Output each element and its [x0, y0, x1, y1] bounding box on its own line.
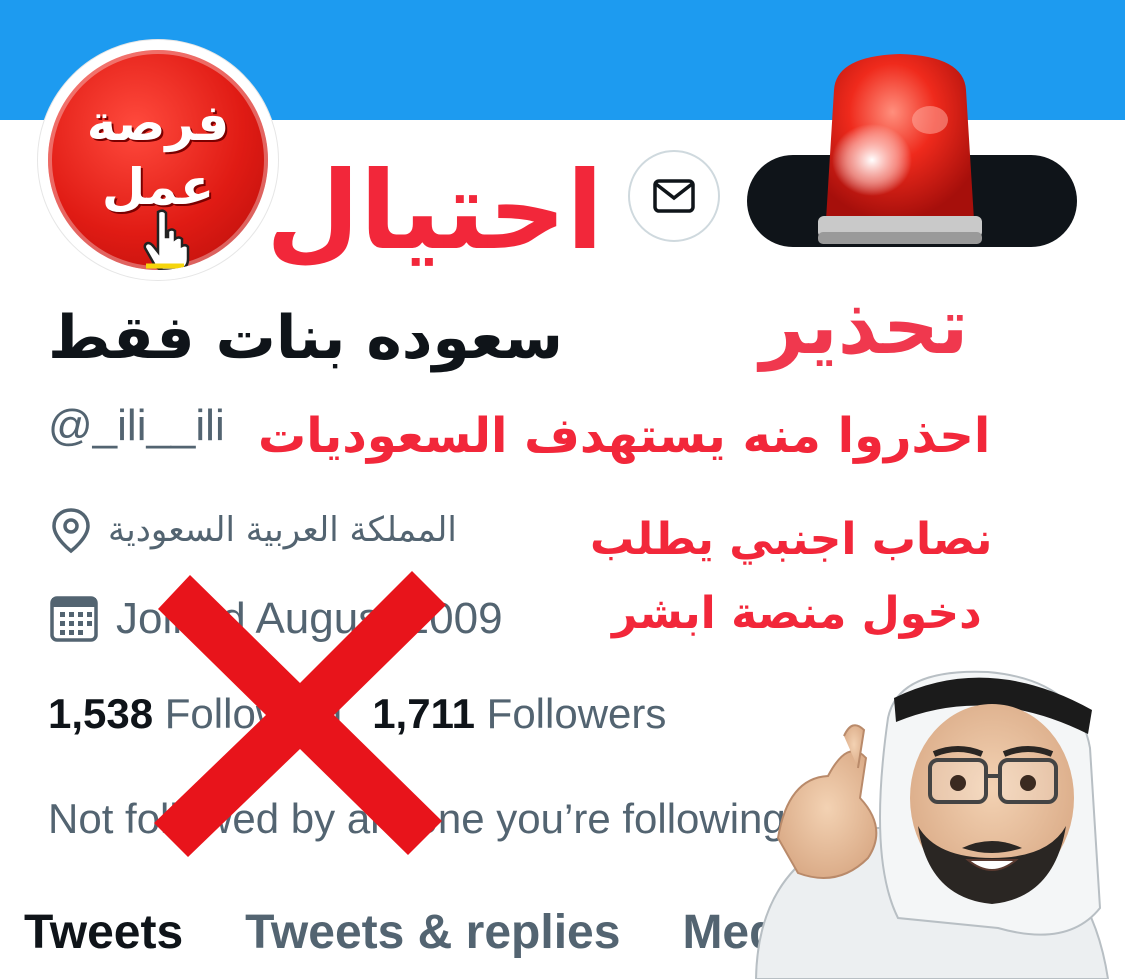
- warning-line-2: نصاب اجنبي يطلب: [590, 514, 993, 565]
- avatar-text-line2: عمل: [101, 158, 215, 216]
- display-name: سعوده بنات فقط: [48, 303, 564, 373]
- profile-avatar[interactable]: فرصة عمل: [38, 40, 278, 280]
- followers-label: Followers: [486, 690, 667, 737]
- warning-line-1: احذروا منه يستهدف السعوديات: [258, 408, 991, 464]
- calendar-icon: [50, 596, 98, 642]
- warning-line-3: دخول منصة ابشر: [612, 588, 982, 639]
- red-x-mark: [154, 571, 446, 857]
- tab-tweets-and-replies[interactable]: Tweets & replies: [245, 905, 620, 965]
- user-handle: @_ili__ili: [48, 401, 225, 450]
- location-pin-icon: [52, 508, 90, 554]
- warning-title: تحذير: [760, 282, 969, 372]
- profile-location: المملكة العربية السعودية: [48, 505, 457, 555]
- profile-tabs: Tweets Tweets & replies Media: [24, 905, 818, 965]
- following-count: 1,538: [48, 690, 154, 737]
- message-button[interactable]: [628, 150, 720, 242]
- avatar-job-offer-badge: فرصة عمل: [48, 50, 268, 270]
- tab-tweets[interactable]: Tweets: [24, 905, 183, 965]
- avatar-text-line1: فرصة: [86, 94, 230, 152]
- man-emoji-sticker: [754, 670, 1110, 979]
- pointing-hand-icon: [143, 209, 190, 270]
- location-text: المملكة العربية السعودية: [108, 510, 457, 550]
- scam-warning-word: احتيال: [266, 149, 604, 274]
- siren-icon: [818, 54, 982, 244]
- mail-icon: [653, 179, 695, 213]
